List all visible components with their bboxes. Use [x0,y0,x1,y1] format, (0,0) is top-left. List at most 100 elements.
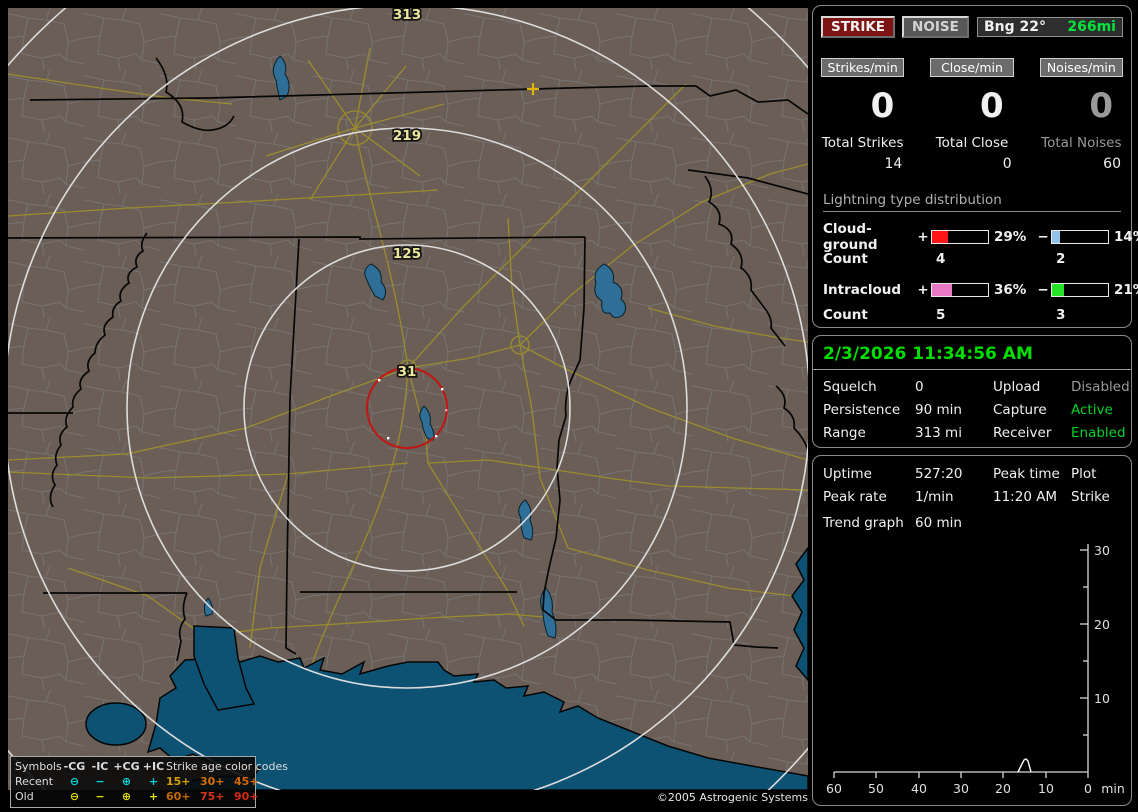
plus-sign: + [917,281,929,298]
trend-peak [1017,758,1032,773]
total-noises-label: Total Noises [1041,135,1122,151]
range-label: Range [823,425,866,441]
ic-positive-count: 5 [936,306,946,323]
plus-sign: + [917,229,929,245]
legend-row-old-label: Old [15,790,34,803]
old-pos-cg-icon: ⊕ [121,790,132,803]
ic-positive-fill [932,283,953,296]
cg-negative-pct: 14% [1114,229,1138,245]
receiver-label: Receiver [993,425,1052,441]
minus-sign: − [1037,229,1049,245]
peak-time-value: 11:20 AM [993,489,1058,505]
strikes-per-min-header[interactable]: Strikes/min [821,58,905,77]
upload-status: Disabled [1071,379,1130,395]
app-window: 313 219 125 31 ©2005 Astrogenic Systems … [0,0,1138,812]
distance-value: 266mi [1067,19,1116,35]
age-15: 15+ [166,775,191,788]
cg-negative-count: 2 [1056,250,1066,267]
persistence-value: 90 min [915,402,962,418]
total-strikes-value: 14 [884,156,903,172]
uptime-value: 527:20 [915,466,963,482]
cg-positive-fill [932,231,949,243]
x-tick-50: 50 [868,781,884,796]
strike-counters-panel: STRIKE NOISE Bng 22° 266mi Strikes/min C… [812,5,1138,328]
old-neg-cg-icon: ⊖ [69,790,80,803]
ring-label-313: 313 [393,8,421,23]
ring-label-125: 125 [393,246,421,262]
y-tick-30: 30 [1094,543,1110,558]
age-75: 75+ [200,790,225,803]
close-per-min-value: 0 [979,86,1004,126]
ic-positive-bar [931,282,989,297]
legend-col-pos-cg: +CG [113,760,140,773]
datetime-display: 2/3/2026 11:34:56 AM [813,336,1131,370]
upload-label: Upload [993,379,1041,395]
intracloud-label: Intracloud [823,281,902,298]
strikes-per-min-value: 0 [870,86,895,126]
capture-label: Capture [993,402,1047,418]
x-tick-40: 40 [911,781,927,796]
legend-row-recent-label: Recent [15,775,54,788]
peak-time-label: Peak time [993,466,1060,482]
total-strikes-label: Total Strikes [821,135,904,151]
age-60: 60+ [166,790,191,803]
peak-rate-label: Peak rate [823,489,887,505]
trend-graph-window: 60 min [915,515,962,531]
recent-neg-ic-icon: − [95,775,105,788]
distribution-title: Lightning type distribution [823,192,1121,212]
x-tick-0: 0 [1084,781,1092,796]
status-panel: 2/3/2026 11:34:56 AM Squelch 0 Upload Di… [812,335,1132,448]
cg-negative-bar [1051,230,1109,244]
age-45: 45+ [234,775,259,788]
recent-neg-cg-icon: ⊖ [69,775,80,788]
y-tick-20: 20 [1094,617,1110,632]
age-30: 30+ [200,775,225,788]
session-panel: Uptime 527:20 Peak time Plot Peak rate 1… [812,455,1132,806]
lightning-distribution-section: Lightning type distribution Cloud-ground… [813,192,1138,327]
ic-negative-count: 3 [1056,306,1066,323]
noises-per-min-value: 0 [1089,86,1113,126]
ic-negative-bar [1051,282,1109,297]
total-close-label: Total Close [935,135,1009,151]
x-axis-unit: min [1101,781,1125,796]
ic-negative-pct: 21% [1114,281,1138,298]
receiver-status: Enabled [1071,425,1126,441]
peak-rate-value: 1/min [915,489,954,505]
age-codes-title: Strike age color codes [166,760,288,773]
minus-sign: − [1037,281,1049,298]
legend-col-neg-cg: -CG [63,760,86,773]
x-tick-60: 60 [826,781,842,796]
old-neg-ic-icon: − [95,790,105,803]
strike-mode-button[interactable]: STRIKE [821,16,896,38]
persistence-label: Persistence [823,402,901,418]
x-tick-20: 20 [995,781,1011,796]
squelch-label: Squelch [823,379,877,395]
total-noises-value: 60 [1103,156,1121,172]
cg-positive-pct: 29% [994,229,1027,245]
range-value: 313 mi [915,425,962,441]
legend-col-pos-ic: +IC [142,760,165,773]
cg-positive-count: 4 [936,250,946,267]
recent-pos-cg-icon: ⊕ [121,775,132,788]
trend-graph: 30 20 10 60 50 40 30 20 10 0 min [826,543,1125,796]
ic-count-label: Count [823,306,868,323]
total-close-value: 0 [1002,156,1012,172]
age-90: 90+ [234,790,259,803]
ic-negative-fill [1052,283,1064,296]
uptime-label: Uptime [823,466,872,482]
x-tick-10: 10 [1038,781,1054,796]
cloud-ground-label: Cloud-ground [823,221,878,253]
bearing-value: Bng 22° [984,19,1047,35]
noise-mode-button[interactable]: NOISE [902,16,969,38]
map-canvas: 313 219 125 31 [8,8,808,790]
lightning-map[interactable]: 313 219 125 31 [8,8,808,790]
capture-status: Active [1071,402,1113,418]
noises-per-min-header[interactable]: Noises/min [1039,58,1123,77]
cg-positive-bar [931,230,989,244]
legend-col-neg-ic: -IC [91,760,109,773]
trend-graph-label: Trend graph [823,515,904,531]
x-tick-30: 30 [953,781,969,796]
ic-positive-pct: 36% [994,281,1027,298]
bearing-distance-readout: Bng 22° 266mi [977,17,1123,37]
close-per-min-header[interactable]: Close/min [930,58,1014,77]
